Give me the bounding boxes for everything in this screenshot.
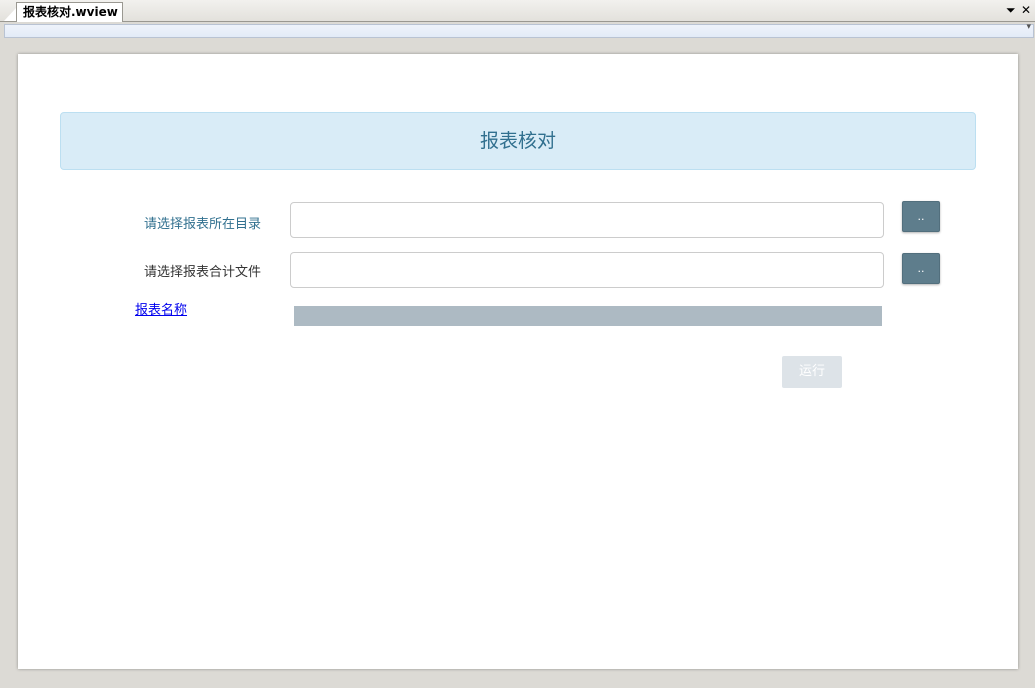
tab-corner xyxy=(4,8,16,21)
form-panel: 报表核对 请选择报表所在目录 .. 请选择报表合计文件 .. 报表名称 运行 xyxy=(18,54,1018,669)
total-file-browse-button[interactable]: .. xyxy=(902,253,940,284)
directory-browse-button[interactable]: .. xyxy=(902,201,940,232)
document-tab-label: 报表核对.wview xyxy=(23,5,118,19)
progress-bar-fill xyxy=(294,306,882,326)
document-tab[interactable]: 报表核对.wview xyxy=(16,2,123,22)
toolstrip-overflow-icon[interactable]: ▾ xyxy=(1026,22,1031,32)
page-title: 报表核对 xyxy=(479,130,556,152)
total-file-input[interactable] xyxy=(290,252,884,288)
toolstrip: ▾ xyxy=(4,22,1034,38)
close-icon[interactable]: ✕ xyxy=(1021,3,1031,17)
directory-input[interactable] xyxy=(290,202,884,238)
app-window: 报表核对.wview ⏷ ✕ ▾ 报表核对 请选择报表所在目录 .. 请选择报表… xyxy=(0,0,1035,688)
report-name-link[interactable]: 报表名称 xyxy=(135,299,187,318)
progress-bar xyxy=(294,306,882,326)
total-file-label: 请选择报表合计文件 xyxy=(144,265,262,280)
title-banner: 报表核对 xyxy=(60,112,976,170)
directory-label: 请选择报表所在目录 xyxy=(144,217,262,232)
document-tab-bar: 报表核对.wview ⏷ ✕ xyxy=(0,0,1035,22)
tab-list-dropdown-icon[interactable]: ⏷ xyxy=(1006,3,1016,17)
run-button[interactable]: 运行 xyxy=(782,356,842,388)
